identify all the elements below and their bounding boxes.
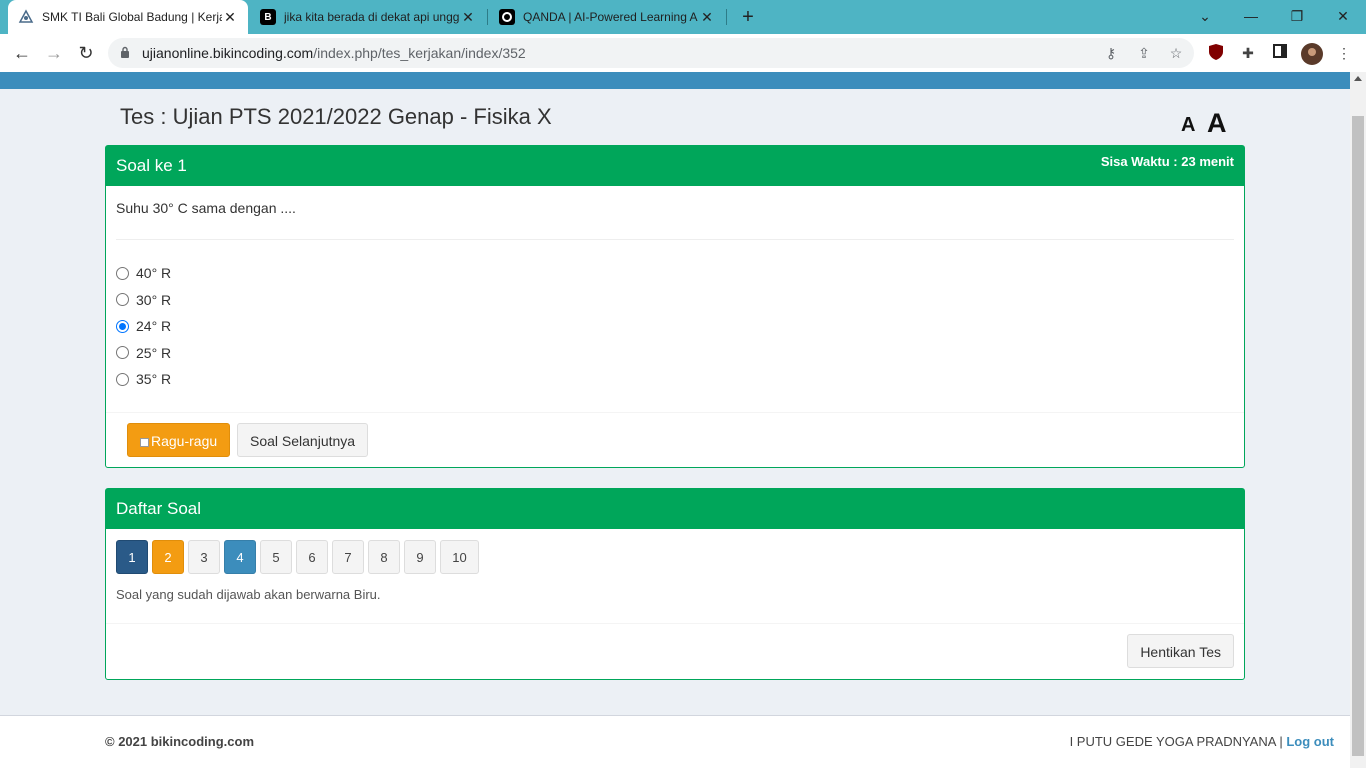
- question-number-list: 1 2 3 4 5 6 7 8 9 10: [116, 540, 483, 574]
- tab-separator: [487, 9, 488, 25]
- browser-tab-qanda[interactable]: QANDA | AI-Powered Learning A ✕: [489, 0, 725, 34]
- question-text: Suhu 30° C sama dengan ....: [116, 200, 296, 216]
- question-number-button[interactable]: 7: [332, 540, 364, 574]
- page-content: Tes : Ujian PTS 2021/2022 Genap - Fisika…: [0, 72, 1350, 768]
- question-list-footer: Hentikan Tes: [106, 623, 1244, 679]
- font-decrease-button[interactable]: A: [1181, 114, 1195, 137]
- answer-option-b[interactable]: 30° R: [116, 287, 1234, 314]
- question-list-box: Daftar Soal 1 2 3 4 5 6 7 8 9 10 Soal ya…: [105, 488, 1245, 680]
- share-icon[interactable]: ⇪: [1135, 44, 1153, 62]
- answer-option-d[interactable]: 25° R: [116, 340, 1234, 367]
- scroll-up-arrow-icon[interactable]: [1354, 76, 1362, 81]
- tab-title: jika kita berada di dekat api ungg: [284, 10, 460, 24]
- font-increase-button[interactable]: A: [1207, 108, 1227, 139]
- next-question-button[interactable]: Soal Selanjutnya: [237, 423, 369, 457]
- back-icon[interactable]: ←: [10, 41, 34, 65]
- reload-icon[interactable]: ↻: [74, 41, 98, 65]
- question-list-title: Daftar Soal: [116, 499, 202, 518]
- answer-label: 24° R: [136, 318, 172, 335]
- radio-button[interactable]: [116, 346, 129, 360]
- answer-option-e[interactable]: 35° R: [116, 366, 1234, 393]
- answer-label: 35° R: [136, 371, 172, 388]
- tab-title: SMK TI Bali Global Badung | Kerja: [42, 10, 222, 24]
- answer-label: 25° R: [136, 344, 172, 361]
- url-host: ujianonline.bikincoding.com: [142, 45, 314, 61]
- url-text: ujianonline.bikincoding.com/index.php/te…: [142, 45, 526, 61]
- close-icon[interactable]: ✕: [699, 9, 715, 26]
- bookmark-star-icon[interactable]: ☆: [1167, 44, 1185, 62]
- minimize-icon[interactable]: —: [1228, 4, 1274, 28]
- answer-option-c[interactable]: 24° R: [116, 313, 1234, 340]
- answer-options: 40° R 30° R 24° R 25° R 35° R: [106, 240, 1244, 393]
- copyright-text: © 2021 bikincoding.com: [105, 734, 255, 749]
- address-bar[interactable]: ujianonline.bikincoding.com/index.php/te…: [108, 38, 1194, 68]
- question-number-button[interactable]: 5: [260, 540, 292, 574]
- browser-tab-smk[interactable]: SMK TI Bali Global Badung | Kerja ✕: [8, 0, 248, 34]
- tab-title: QANDA | AI-Powered Learning A: [523, 10, 698, 24]
- vertical-scrollbar[interactable]: [1350, 72, 1366, 768]
- user-name: I PUTU GEDE YOGA PRADNYANA: [1069, 734, 1276, 749]
- close-icon[interactable]: ✕: [222, 9, 238, 26]
- question-box: Soal ke 1 Sisa Waktu : 23 menit Suhu 30°…: [105, 145, 1245, 468]
- browser-tab-brainly[interactable]: B jika kita berada di dekat api ungg ✕: [250, 0, 486, 34]
- question-number-button[interactable]: 1: [116, 540, 148, 574]
- window-close-icon[interactable]: ✕: [1320, 4, 1366, 28]
- question-number-button[interactable]: 6: [296, 540, 328, 574]
- question-number-button[interactable]: 9: [404, 540, 436, 574]
- tab-search-icon[interactable]: ⌄: [1182, 4, 1228, 28]
- checkbox-icon[interactable]: [140, 438, 149, 447]
- remaining-time: Sisa Waktu : 23 menit: [1100, 154, 1234, 169]
- user-info: I PUTU GEDE YOGA PRADNYANA | Log out: [1070, 734, 1334, 749]
- page-footer: © 2021 bikincoding.com I PUTU GEDE YOGA …: [0, 715, 1350, 768]
- radio-button-selected[interactable]: [116, 319, 129, 333]
- answer-label: 40° R: [136, 265, 172, 282]
- doubt-button[interactable]: Ragu-ragu: [127, 423, 231, 457]
- question-list-header: Daftar Soal: [106, 489, 1244, 529]
- separator: |: [1279, 734, 1283, 749]
- answer-option-a[interactable]: 40° R: [116, 260, 1234, 287]
- tab-separator: [726, 9, 727, 25]
- profile-avatar-icon[interactable]: [1301, 43, 1323, 65]
- question-number-title: Soal ke 1: [116, 156, 187, 175]
- scrollbar-thumb[interactable]: [1352, 116, 1364, 756]
- restore-icon[interactable]: ❐: [1274, 4, 1320, 28]
- answered-note: Soal yang sudah dijawab akan berwarna Bi…: [116, 587, 381, 602]
- ublock-icon[interactable]: [1206, 43, 1226, 63]
- question-number-button[interactable]: 8: [368, 540, 400, 574]
- question-number-button[interactable]: 4: [224, 540, 256, 574]
- qanda-icon: [499, 9, 515, 25]
- school-logo-icon: [18, 9, 34, 25]
- lock-icon: [121, 46, 129, 58]
- radio-button[interactable]: [116, 266, 129, 280]
- stop-test-button[interactable]: Hentikan Tes: [1127, 634, 1234, 668]
- menu-kebab-icon[interactable]: ⋮: [1334, 43, 1354, 63]
- new-tab-icon[interactable]: +: [736, 5, 760, 29]
- logout-link[interactable]: Log out: [1286, 734, 1334, 749]
- page-title: Tes : Ujian PTS 2021/2022 Genap - Fisika…: [120, 104, 552, 129]
- radio-button[interactable]: [116, 293, 129, 307]
- doubt-label: Ragu-ragu: [151, 433, 218, 449]
- browser-tab-bar: SMK TI Bali Global Badung | Kerja ✕ B ji…: [0, 0, 1366, 34]
- question-number-button[interactable]: 3: [188, 540, 220, 574]
- key-icon[interactable]: ⚷: [1102, 44, 1120, 62]
- forward-icon[interactable]: →: [42, 41, 66, 65]
- url-path: /index.php/tes_kerjakan/index/352: [313, 45, 526, 61]
- question-box-header: Soal ke 1 Sisa Waktu : 23 menit: [106, 146, 1244, 186]
- close-icon[interactable]: ✕: [460, 9, 476, 26]
- question-number-button[interactable]: 10: [440, 540, 479, 574]
- radio-button[interactable]: [116, 372, 129, 386]
- extensions-icon[interactable]: ✚: [1238, 43, 1258, 63]
- answer-label: 30° R: [136, 291, 172, 308]
- browser-toolbar: ← → ↻ ujianonline.bikincoding.com/index.…: [0, 34, 1366, 72]
- header-banner: [0, 72, 1350, 89]
- side-panel-icon[interactable]: [1270, 43, 1290, 63]
- question-box-footer: Ragu-ragu Soal Selanjutnya: [106, 412, 1244, 467]
- question-number-button[interactable]: 2: [152, 540, 184, 574]
- brainly-icon: B: [260, 9, 276, 25]
